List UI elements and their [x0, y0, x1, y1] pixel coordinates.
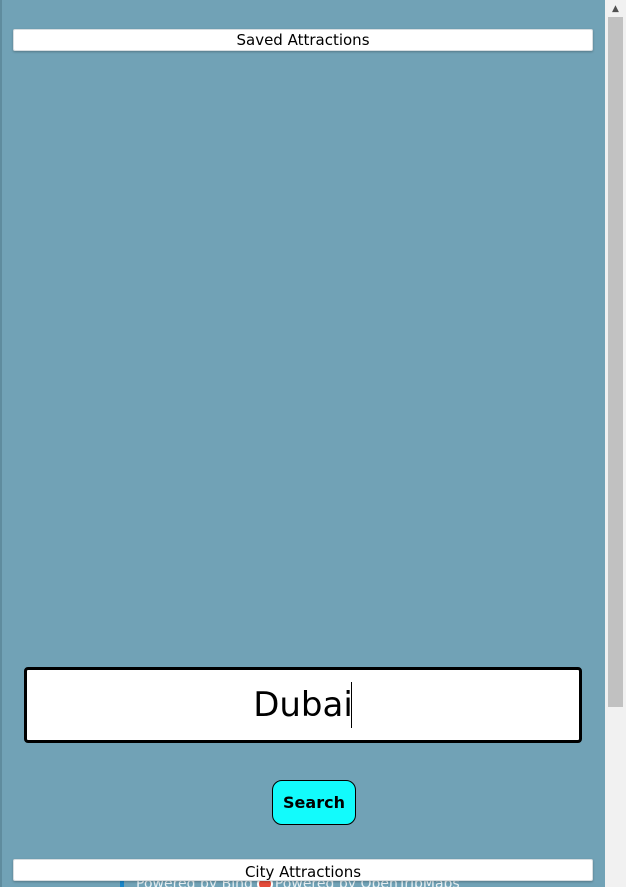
page-viewport: Saved Attractions Search Powered by Bing… [0, 0, 605, 887]
left-edge-divider [0, 0, 2, 887]
saved-attractions-button[interactable]: Saved Attractions [13, 29, 593, 51]
scroll-up-arrow-icon[interactable]: ▲ [605, 0, 626, 17]
city-search-input[interactable] [27, 670, 579, 740]
city-attractions-label: City Attractions [244, 863, 362, 881]
search-button[interactable]: Search [272, 780, 356, 825]
search-button-label: Search [283, 793, 345, 812]
scrollbar-thumb[interactable] [608, 17, 623, 707]
saved-attractions-label: Saved Attractions [236, 31, 370, 49]
city-search-box[interactable] [24, 667, 582, 743]
vertical-scrollbar[interactable]: ▲ [605, 0, 626, 887]
city-attractions-button[interactable]: City Attractions [13, 859, 593, 881]
text-caret [351, 682, 352, 728]
